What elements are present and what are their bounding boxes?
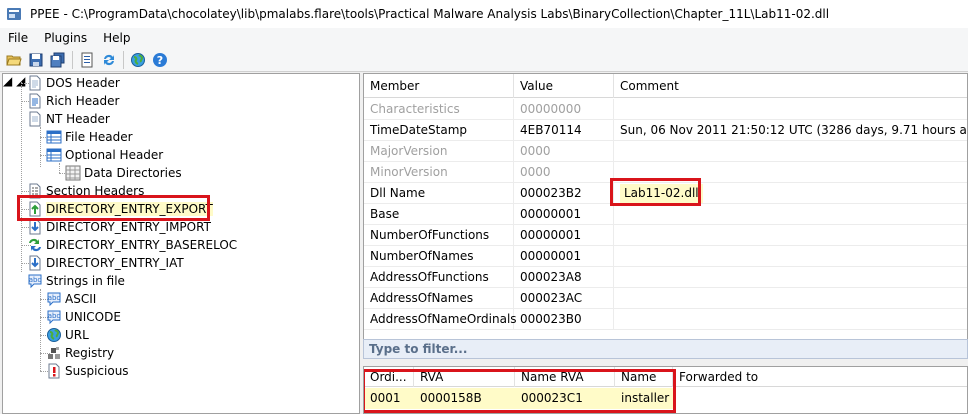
hex-view-icon	[81, 52, 93, 67]
collapse-icon[interactable]: ◢	[3, 74, 12, 88]
strings-icon: abc	[47, 292, 61, 307]
table-icon	[46, 148, 62, 162]
open-icon	[6, 55, 22, 65]
tree-item-rich-header[interactable]: Rich Header	[27, 92, 119, 110]
tree-item-dos-header[interactable]: DOS Header	[27, 74, 120, 92]
toolbar: ?	[0, 48, 968, 72]
window-title: PPEE - C:\ProgramData\chocolatey\lib\pma…	[30, 7, 830, 21]
hex-view-button[interactable]	[76, 49, 98, 71]
tree-item-optional-header[interactable]: Optional Header	[46, 146, 163, 164]
save-button[interactable]	[25, 49, 47, 71]
tree-item-strings-in-file[interactable]: abc Strings in file	[27, 272, 125, 290]
member-grid[interactable]: Member Value Comment Characteristics 000…	[363, 73, 968, 341]
toolbar-separator	[123, 50, 124, 69]
save-all-icon	[50, 52, 65, 67]
save-all-button[interactable]	[47, 49, 69, 71]
tree-item-ascii[interactable]: abc ASCII	[46, 290, 96, 308]
doc-icon	[29, 75, 41, 91]
svg-text:abc: abc	[48, 312, 61, 320]
dll-name-comment: Lab11-02.dll	[620, 184, 703, 203]
svg-text:abc: abc	[48, 294, 61, 302]
import-icon	[29, 219, 41, 235]
title-bar: PPEE - C:\ProgramData\chocolatey\lib\pma…	[0, 0, 968, 28]
menu-help[interactable]: Help	[95, 31, 138, 45]
column-header-rva[interactable]: RVA	[414, 367, 515, 387]
tree-item-directory-entry-iat[interactable]: DIRECTORY_ENTRY_IAT	[27, 254, 184, 272]
table-row[interactable]: AddressOfFunctions 000023A8	[364, 267, 967, 288]
warning-icon	[48, 363, 60, 379]
column-header-comment[interactable]: Comment	[614, 74, 967, 98]
help-icon: ?	[153, 52, 167, 67]
exports-header: Ordi... RVA Name RVA Name Forwarded to	[364, 367, 967, 387]
save-icon	[29, 53, 43, 66]
table-row[interactable]: NumberOfNames 00000001	[364, 246, 967, 267]
structure-tree[interactable]: DOS Header Rich Header ◢ NT Header File …	[2, 73, 360, 414]
sections-icon	[29, 183, 41, 199]
svg-text:abc: abc	[29, 276, 42, 284]
registry-icon	[48, 347, 60, 359]
menu-plugins[interactable]: Plugins	[36, 31, 95, 45]
grid-icon	[65, 165, 81, 181]
table-row[interactable]: Dll Name 000023B2 Lab11-02.dll	[364, 183, 967, 204]
menu-file[interactable]: File	[0, 31, 36, 45]
table-row[interactable]: AddressOfNameOrdinals 000023B0	[364, 309, 967, 330]
column-header-member[interactable]: Member	[364, 74, 514, 98]
tree-item-file-header[interactable]: File Header	[46, 128, 133, 146]
tree-item-suspicious[interactable]: Suspicious	[46, 362, 129, 380]
doc-icon	[29, 111, 41, 127]
svg-text:?: ?	[157, 54, 163, 67]
filter-input[interactable]: Type to filter...	[363, 339, 968, 359]
table-row[interactable]: MajorVersion 0000	[364, 141, 967, 162]
export-icon	[29, 201, 41, 217]
tree-item-directory-entry-export[interactable]: DIRECTORY_ENTRY_EXPORT	[27, 200, 213, 218]
tree-item-url[interactable]: URL	[46, 326, 89, 344]
table-row[interactable]: AddressOfNames 000023AC	[364, 288, 967, 309]
table-row[interactable]: NumberOfFunctions 00000001	[364, 225, 967, 246]
tree-item-unicode[interactable]: abc UNICODE	[46, 308, 121, 326]
table-row[interactable]: Base 00000001	[364, 204, 967, 225]
app-icon	[7, 8, 21, 20]
table-row[interactable]: 0001 0000158B 000023C1 installer	[364, 388, 967, 409]
strings-icon: abc	[28, 274, 42, 289]
column-header-name[interactable]: Name	[615, 367, 673, 387]
tree-item-directory-entry-basereloc[interactable]: DIRECTORY_ENTRY_BASERELOC	[27, 236, 237, 254]
reloc-icon	[29, 238, 41, 252]
exports-list[interactable]: Ordi... RVA Name RVA Name Forwarded to 0…	[363, 366, 968, 414]
filter-placeholder: Type to filter...	[369, 342, 468, 356]
table-icon	[46, 130, 62, 144]
table-row[interactable]: TimeDateStamp 4EB70114 Sun, 06 Nov 2011 …	[364, 120, 967, 141]
open-button[interactable]	[3, 49, 25, 71]
web-icon	[131, 52, 145, 67]
column-header-forwarded-to[interactable]: Forwarded to	[673, 367, 967, 387]
refresh-button[interactable]	[98, 49, 120, 71]
tree-item-data-directories[interactable]: Data Directories	[65, 164, 182, 182]
help-button[interactable]: ?	[149, 49, 171, 71]
tree-item-nt-header[interactable]: NT Header	[27, 110, 110, 128]
tree-item-section-headers[interactable]: Section Headers	[27, 182, 144, 200]
table-row[interactable]: Characteristics 00000000	[364, 99, 967, 120]
globe-icon	[47, 328, 61, 342]
column-header-name-rva[interactable]: Name RVA	[515, 367, 615, 387]
refresh-icon	[104, 54, 114, 65]
menu-bar: File Plugins Help	[0, 28, 968, 48]
web-button[interactable]	[127, 49, 149, 71]
table-row[interactable]: MinorVersion 0000	[364, 162, 967, 183]
column-header-value[interactable]: Value	[514, 74, 614, 98]
tree-item-directory-entry-import[interactable]: DIRECTORY_ENTRY_IMPORT	[27, 218, 211, 236]
iat-icon	[29, 255, 41, 271]
doc-icon	[29, 93, 41, 109]
tree-item-registry[interactable]: Registry	[46, 344, 114, 362]
grid-header: Member Value Comment	[364, 74, 967, 98]
toolbar-separator	[72, 50, 73, 69]
column-header-ordinal[interactable]: Ordi...	[364, 367, 414, 387]
strings-icon: abc	[47, 310, 61, 325]
